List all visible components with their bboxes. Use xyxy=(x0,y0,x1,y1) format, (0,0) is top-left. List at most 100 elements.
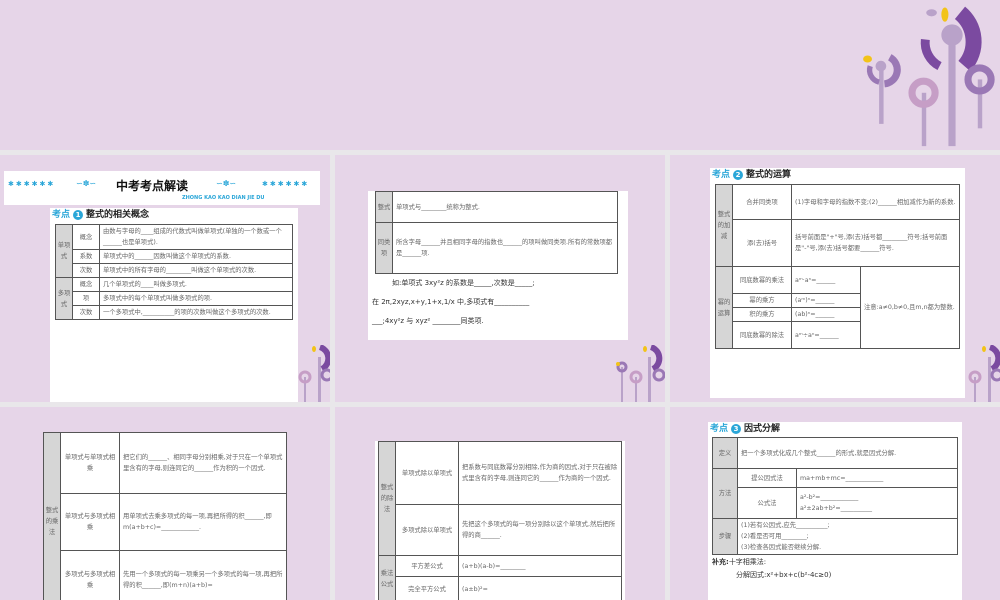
row-label: 平方差公式 xyxy=(395,555,459,577)
banner-subtitle: ZHONG KAO KAO DIAN JIE DU xyxy=(182,195,265,201)
banner: ✱✱✱✱✱✱ ∽✽∽ 中考考点解读 ∽✽∽ ✱✱✱✱✱✱ ZHONG KAO K… xyxy=(4,171,320,205)
row-label: 次数 xyxy=(72,263,100,278)
table-row: 次数 一个多项式中,__________的项的次数叫做这个多项式的次数. xyxy=(56,305,293,320)
row-label: 方法 xyxy=(712,468,738,519)
row-label: 项 xyxy=(72,291,100,306)
row-text: 括号前面是"+"号,添(去)括号都________符号;括号前面是"-"号,添(… xyxy=(791,219,960,267)
term-table: 整式 单项式与________统称为整式. 同类项 所含字母______并且相同字母… xyxy=(375,191,618,274)
slide-thumbnail-2[interactable]: 整式 单项式与________统称为整式. 同类项 所含字母______并且相同字母… xyxy=(335,155,665,402)
kaodian-number: 3 xyxy=(731,424,742,434)
slide-thumbnail-1[interactable]: ✱✱✱✱✱✱ ∽✽∽ 中考考点解读 ∽✽∽ ✱✱✱✱✱✱ ZHONG KAO K… xyxy=(0,155,330,402)
row-label: 单项式与单项式相乘 xyxy=(60,432,120,494)
row-label: 公式法 xyxy=(737,487,797,519)
table-row: 添(去)括号 括号前面是"+"号,添(去)括号都________符号;括号前面是"… xyxy=(716,219,960,267)
row-text: 把它们的______、相同字母分别相乘,对于只在一个单项式里含有的字母,则连同它… xyxy=(119,432,287,494)
row-label: 步骤 xyxy=(712,518,738,555)
content-panel: 考点 3 因式分解 定义 把一个多项式化成几个整式______的形式,就是因式分解. … xyxy=(708,422,962,600)
ornament-icon: ∽✽∽ xyxy=(216,179,237,188)
row-group: 整式的除法 xyxy=(378,441,396,556)
kaodian-label: 考点 xyxy=(52,210,71,220)
ornament-icon: ∽✽∽ xyxy=(76,179,97,188)
kaodian-number: 1 xyxy=(73,210,84,220)
flower-decoration-icon xyxy=(616,345,665,402)
row-label: 多项式与多项式相乘 xyxy=(60,550,120,600)
table-row: 项多项式中的每个单项式叫做多项式的项. xyxy=(56,291,293,306)
row-text: 所含字母______并且相同字母的指数也______的项叫做同类项.所有的常数项… xyxy=(392,222,618,274)
row-label: 提公因式法 xyxy=(737,468,797,488)
table-row: 整式的加减 合并同类项 (1)字母和字母的指数不变;(2)______相加减作为新的… xyxy=(715,184,960,267)
supplement: 补充:十字相乘法: 分解因式:x²+bx+c(b²-4c≥0) xyxy=(708,556,962,582)
slide-thumbnail-6[interactable]: 考点 3 因式分解 定义 把一个多项式化成几个整式______的形式,就是因式分解. … xyxy=(670,407,1000,600)
example-text: 如:单项式 3xy²z 的系数是_____,次数是_____; 在 2π,2xy… xyxy=(368,274,628,331)
row-label: 系数 xyxy=(72,249,100,264)
row-label: 整式 xyxy=(375,191,393,223)
content-panel: 整式 单项式与________统称为整式. 同类项 所含字母______并且相同字母… xyxy=(368,191,628,340)
content-panel: 整式的乘法 单项式与单项式相乘 把它们的______、相同字母分别相乘,对于只在一个… xyxy=(43,432,287,600)
table-row: 单项式与多项式相乘 用单项式去乘多项式的每一项,再把所得的积______,即 m(… xyxy=(44,493,287,551)
table-row: 同类项 所含字母______并且相同字母的指数也______的项叫做同类项.所有的… xyxy=(375,222,618,274)
supplement-line: 分解因式:x²+bx+c(b²-4c≥0) xyxy=(736,571,832,579)
row-group: 单项式 xyxy=(55,224,73,278)
slide-thumbnail-3[interactable]: 考点 2 整式的运算 整式的加减 合并同类项 (1)字母和字母的指数不变;(2)____… xyxy=(670,155,1000,402)
row-text: (1)字母和字母的指数不变;(2)______相加减作为新的系数. xyxy=(791,184,960,220)
row-group: 幂的运算 xyxy=(715,266,733,349)
table-row: 系数 单项式中的______因数叫做这个单项式的系数. xyxy=(56,249,293,264)
row-label: 添(去)括号 xyxy=(732,219,792,267)
row-text: 先把这个多项式的每一项分别除以这个单项式,然后把所得的商______. xyxy=(458,504,622,556)
heading-text: 因式分解 xyxy=(744,424,781,434)
table-row: 完全平方公式 (a±b)²= xyxy=(379,576,622,600)
row-text: 把系数与同底数幂分别相除,作为商的因式,对于只在被除式里含有的字母,则连同它的_… xyxy=(458,441,622,505)
kaodian-label: 考点 xyxy=(712,170,731,180)
table-row: 定义 把一个多项式化成几个整式______的形式,就是因式分解. xyxy=(712,437,958,469)
row-label: 积的乘方 xyxy=(732,307,792,322)
row-group: 多项式 xyxy=(55,277,73,320)
row-formula: a²±2ab+b²=__________ xyxy=(800,505,873,512)
content-panel: 考点 1 整式的相关概念 单项式 概念 由数与字母的____组成的代数式叫做单项式(单独… xyxy=(50,208,298,402)
table-row: 多项式 概念 几个单项式的____叫做多项式. xyxy=(55,277,293,320)
example-line: 在 2π,2xyz,x+y,1+x,1/x 中,多项式有__________ xyxy=(372,298,530,306)
row-formula: a²-b²=____________ xyxy=(800,494,859,501)
row-text: 用单项式去乘多项式的每一项,再把所得的积______,即 m(a+b+c)=__… xyxy=(119,493,287,551)
row-formula: (aᵐ)ⁿ=______ xyxy=(791,293,861,308)
banner-stars-right: ✱✱✱✱✱✱ xyxy=(262,180,310,188)
row-formula: aᵐ·aⁿ=______ xyxy=(791,266,861,294)
row-group: 乘法公式 xyxy=(378,555,396,600)
row-text: 先用一个多项式的每一项乘另一个多项式的每一项,再把所得的积______,即(m+… xyxy=(119,550,287,600)
row-label: 完全平方公式 xyxy=(395,576,459,600)
table-row: 次数 单项式中的所有字母的________叫做这个单项式的次数. xyxy=(56,263,293,278)
content-panel: 整式的除法 单项式除以单项式 把系数与同底数幂分别相除,作为商的因式,对于只在被除式… xyxy=(375,441,625,600)
row-label: 多项式除以单项式 xyxy=(395,504,459,556)
row-formula: (ab)ⁿ=______ xyxy=(791,307,861,322)
flower-decoration-icon xyxy=(298,345,330,402)
division-table: 整式的除法 单项式除以单项式 把系数与同底数幂分别相除,作为商的因式,对于只在被除式… xyxy=(378,441,622,600)
multiplication-table: 整式的乘法 单项式与单项式相乘 把它们的______、相同字母分别相乘,对于只在一个… xyxy=(43,432,287,600)
row-label: 概念 xyxy=(72,277,100,292)
slide-thumbnail-5[interactable]: 整式的除法 单项式除以单项式 把系数与同底数幂分别相除,作为商的因式,对于只在被除式… xyxy=(335,407,665,600)
row-label: 次数 xyxy=(72,305,100,320)
row-text: 一个多项式中,__________的项的次数叫做这个多项式的次数. xyxy=(99,305,293,320)
row-label: 概念 xyxy=(72,224,100,250)
table-row: 公式法 a²-b²=____________ a²±2ab+b²=_________… xyxy=(713,487,958,519)
row-text: 多项式中的每个单项式叫做多项式的项. xyxy=(99,291,293,306)
example-line: 如:单项式 3xy²z 的系数是_____,次数是_____; xyxy=(392,279,535,287)
table-row: 乘法公式 平方差公式 (a+b)(a-b)=________ xyxy=(378,555,622,600)
slide-thumbnail-4[interactable]: 整式的乘法 单项式与单项式相乘 把它们的______、相同字母分别相乘,对于只在一个… xyxy=(0,407,330,600)
row-text: 单项式与________统称为整式. xyxy=(392,191,618,223)
content-panel: 考点 2 整式的运算 整式的加减 合并同类项 (1)字母和字母的指数不变;(2)____… xyxy=(710,168,965,398)
factorization-table: 定义 把一个多项式化成几个整式______的形式,就是因式分解. 方法 提公因式法 m… xyxy=(712,437,958,555)
heading-text: 整式的相关概念 xyxy=(86,210,150,220)
row-label: 单项式与多项式相乘 xyxy=(60,493,120,551)
heading-text: 整式的运算 xyxy=(746,170,792,180)
section-heading: 考点 2 整式的运算 xyxy=(710,168,965,182)
row-label: 同底数幂的乘法 xyxy=(732,266,792,294)
banner-stars-left: ✱✱✱✱✱✱ xyxy=(8,180,56,188)
supplement-label: 补充: xyxy=(712,558,729,566)
row-group: 整式的加减 xyxy=(715,184,733,267)
concept-table: 单项式 概念 由数与字母的____组成的代数式叫做单项式(单独的一个数或一个____… xyxy=(55,224,293,320)
slide-thumbnail-top[interactable] xyxy=(0,0,1000,150)
table-row: 整式 单项式与________统称为整式. xyxy=(375,191,618,223)
kaodian-number: 2 xyxy=(733,170,744,180)
flower-decoration-icon xyxy=(968,345,1000,402)
table-row: 步骤 (1)若有公因式,应先__________; (2)看是否可用________… xyxy=(712,518,958,555)
row-formula: (a±b)²= xyxy=(458,576,622,600)
